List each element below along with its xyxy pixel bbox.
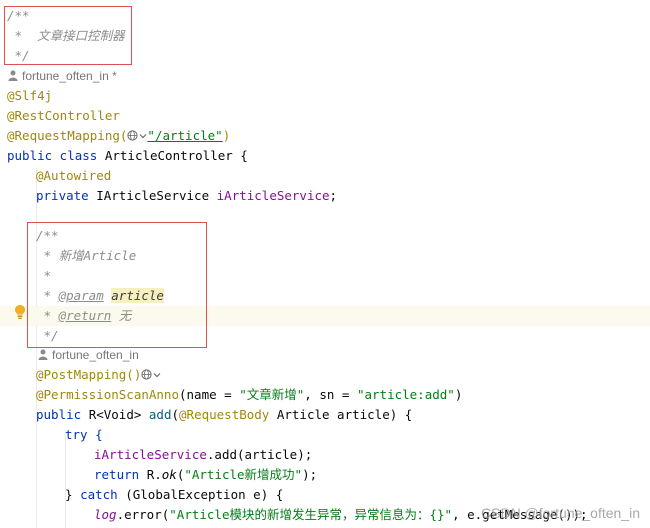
keyword-token: return <box>94 467 147 482</box>
code-line: @RestController <box>7 108 120 123</box>
type-token: IArticleService <box>96 188 217 203</box>
method-name: add <box>148 407 172 422</box>
string-token: "article:add" <box>356 387 455 402</box>
string-token: "/article" <box>147 128 223 143</box>
class-name: ArticleController <box>104 148 233 163</box>
string-token: "Article新增成功" <box>184 467 303 482</box>
code-line: iArticleService.add(article); <box>94 445 650 465</box>
highlight-box <box>4 6 132 65</box>
keyword-token: public <box>36 407 89 422</box>
code-line: private IArticleService iArticleService; <box>36 186 650 206</box>
globe-icon[interactable] <box>141 369 152 380</box>
annotation-token: ) <box>222 128 231 143</box>
author-inlay[interactable]: fortune_often_in * <box>8 66 650 86</box>
paren-token: ( <box>171 407 180 422</box>
string-token: "Article模块的新增发生异常，异常信息为：{}" <box>169 507 453 522</box>
code-line: } catch (GlobalException e) { <box>65 485 650 505</box>
chevron-down-icon[interactable] <box>153 371 161 379</box>
highlight-box <box>27 222 207 348</box>
author-name: fortune_often_in * <box>22 69 117 83</box>
brace-token: } <box>65 487 81 502</box>
method-name: ok <box>161 467 177 482</box>
param-token: (GlobalException e) { <box>117 487 284 502</box>
keyword-token: catch <box>80 487 118 502</box>
call-token: R. <box>146 467 162 482</box>
type-token: R<Void> <box>88 407 149 422</box>
lightbulb-icon[interactable] <box>14 304 26 320</box>
field-name: iArticleService <box>94 447 207 462</box>
annotation-token: @RequestBody <box>179 407 270 422</box>
paren-token: (name = <box>179 387 240 402</box>
code-line: try { <box>65 427 103 442</box>
author-name: fortune_often_in <box>52 348 139 362</box>
code-line: public R<Void> add(@RequestBody Article … <box>36 405 650 425</box>
person-icon <box>38 349 48 360</box>
annotation-token: @PermissionScanAnno <box>36 387 179 402</box>
call-token: .add(article); <box>206 447 313 462</box>
field-name: iArticleService <box>216 188 330 203</box>
annotation-token: @RequestMapping( <box>7 128 128 143</box>
code-line: @PermissionScanAnno(name = "文章新增", sn = … <box>36 385 650 405</box>
code-line: @RequestMapping( "/article") <box>7 126 650 146</box>
code-line: public class ArticleController { <box>7 146 650 166</box>
code-line: @Autowired <box>36 168 112 183</box>
separator-token: , sn = <box>304 387 357 402</box>
annotation-token: @PostMapping() <box>36 367 142 382</box>
person-icon <box>8 70 18 81</box>
keyword-token: private <box>36 188 97 203</box>
globe-icon[interactable] <box>127 130 139 141</box>
paren-token: ) <box>454 387 463 402</box>
keyword-token: public class <box>7 148 105 163</box>
call-token: .error( <box>116 507 170 522</box>
code-line: @PostMapping() <box>36 365 650 385</box>
field-name: log <box>94 507 117 522</box>
watermark: CSDN @fortune_often_in <box>481 505 640 521</box>
brace-token: { <box>232 148 248 163</box>
string-token: "文章新增" <box>239 387 305 402</box>
code-line: return R.ok("Article新增成功"); <box>94 465 650 485</box>
semicolon-token: ; <box>329 188 338 203</box>
author-inlay[interactable]: fortune_often_in <box>38 345 650 365</box>
param-token: Article article) { <box>269 407 413 422</box>
paren-token: ); <box>302 467 318 482</box>
code-line: @Slf4j <box>7 88 53 103</box>
